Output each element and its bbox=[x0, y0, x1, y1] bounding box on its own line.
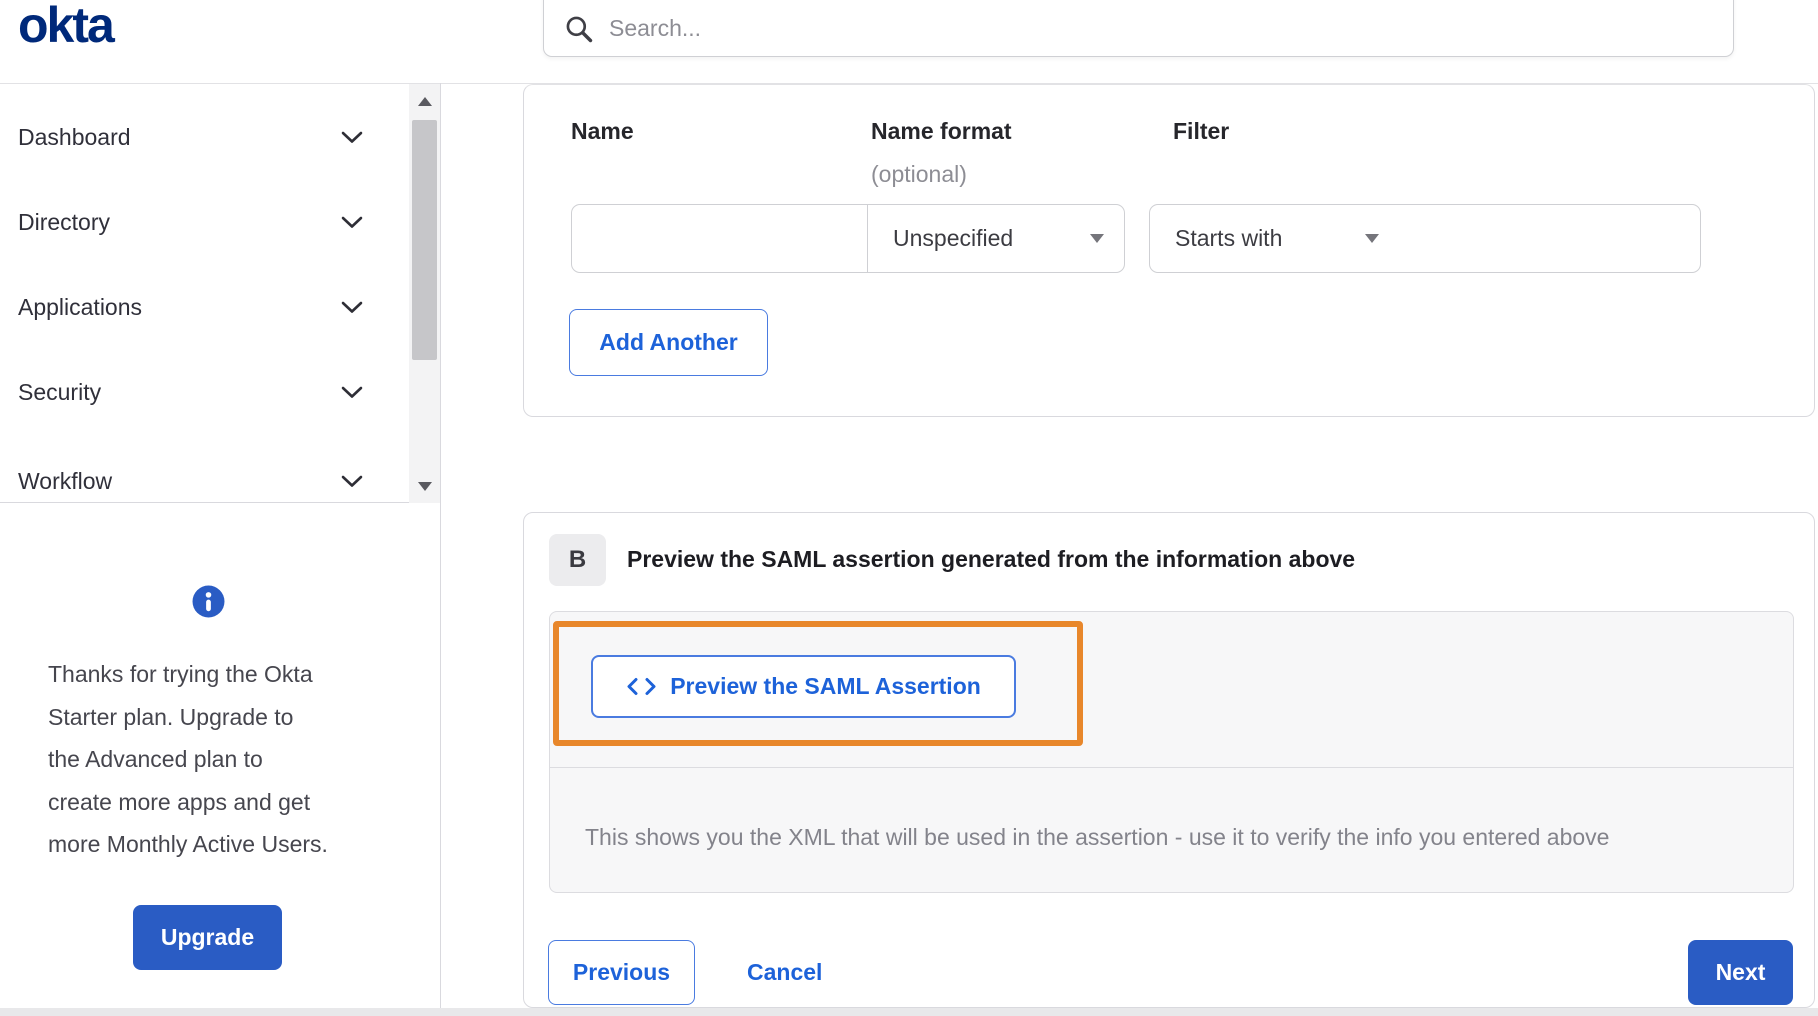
chevron-down-icon bbox=[341, 216, 363, 228]
attribute-statements-card: Name Name format (optional) Filter Unspe… bbox=[523, 84, 1815, 417]
sidebar-right-border bbox=[440, 83, 441, 1008]
sidebar-item-label: Dashboard bbox=[18, 124, 131, 150]
panel-divider bbox=[550, 767, 1793, 768]
bottom-scroll-strip bbox=[0, 1008, 1818, 1016]
name-column-label: Name bbox=[571, 118, 634, 144]
section-b-heading: Preview the SAML assertion generated fro… bbox=[627, 546, 1356, 572]
sidebar-item-applications[interactable]: Applications bbox=[0, 265, 409, 350]
plan-promo-text: Thanks for trying the Okta Starter plan.… bbox=[48, 653, 378, 866]
global-search[interactable] bbox=[543, 0, 1734, 57]
filter-value-input[interactable] bbox=[1399, 205, 1700, 272]
sidebar-nav: Dashboard Directory Applications Securit… bbox=[0, 84, 440, 503]
promo-line: more Monthly Active Users. bbox=[48, 831, 328, 857]
preview-saml-button-label: Preview the SAML Assertion bbox=[670, 673, 981, 699]
sidebar-item-label: Security bbox=[18, 379, 102, 405]
promo-line: create more apps and get bbox=[48, 788, 311, 815]
sidebar-item-label: Workflow bbox=[18, 468, 113, 494]
code-icon bbox=[627, 678, 656, 695]
attribute-name-input[interactable] bbox=[572, 205, 867, 272]
scroll-up-button[interactable] bbox=[409, 84, 440, 118]
add-another-button[interactable]: Add Another bbox=[569, 309, 768, 376]
previous-button[interactable]: Previous bbox=[548, 940, 695, 1005]
promo-line: Thanks for trying the Okta bbox=[48, 661, 313, 687]
name-format-value: Unspecified bbox=[893, 225, 1014, 251]
upgrade-button[interactable]: Upgrade bbox=[133, 905, 282, 970]
name-format-select[interactable]: Unspecified bbox=[867, 205, 1124, 272]
scrollbar-thumb[interactable] bbox=[412, 120, 437, 360]
next-button[interactable]: Next bbox=[1688, 940, 1793, 1005]
promo-line: Starter plan. Upgrade to bbox=[48, 703, 294, 730]
caret-down-icon bbox=[1090, 234, 1104, 243]
sidebar-item-label: Directory bbox=[18, 209, 111, 235]
saml-preview-card: B Preview the SAML assertion generated f… bbox=[523, 512, 1815, 1008]
okta-logo: okta bbox=[18, 0, 115, 53]
okta-admin-console: okta Dashboard Directory Applications Se… bbox=[0, 0, 1818, 1016]
sidebar-item-security[interactable]: Security bbox=[0, 350, 409, 435]
preview-description: This shows you the XML that will be used… bbox=[585, 824, 1610, 850]
search-input[interactable] bbox=[609, 11, 1733, 45]
chevron-down-icon bbox=[341, 131, 363, 143]
filter-column-label: Filter bbox=[1173, 118, 1230, 144]
preview-panel: This shows you the XML that will be used… bbox=[549, 611, 1794, 893]
chevron-down-icon bbox=[341, 301, 363, 313]
sidebar-item-workflow[interactable]: Workflow bbox=[0, 439, 409, 524]
name-format-optional-hint: (optional) bbox=[871, 161, 967, 187]
promo-line: the Advanced plan to bbox=[48, 746, 263, 772]
sidebar-item-directory[interactable]: Directory bbox=[0, 180, 409, 265]
preview-saml-assertion-button[interactable]: Preview the SAML Assertion bbox=[591, 655, 1016, 718]
name-format-column-label: Name format bbox=[871, 118, 1012, 144]
caret-down-icon bbox=[1365, 234, 1379, 243]
chevron-down-icon bbox=[341, 475, 363, 487]
section-b-badge: B bbox=[549, 534, 606, 586]
scroll-up-icon bbox=[417, 96, 432, 106]
name-field-group: Unspecified bbox=[571, 204, 1125, 273]
scroll-down-button[interactable] bbox=[409, 469, 440, 503]
search-icon bbox=[566, 16, 593, 43]
scroll-down-icon bbox=[417, 481, 432, 491]
sidebar-item-label: Applications bbox=[18, 294, 143, 320]
filter-field-group: Starts with bbox=[1149, 204, 1701, 273]
chevron-down-icon bbox=[341, 386, 363, 398]
sidebar-item-dashboard[interactable]: Dashboard bbox=[0, 95, 409, 180]
filter-type-select[interactable]: Starts with bbox=[1150, 205, 1399, 272]
cancel-link[interactable]: Cancel bbox=[747, 940, 822, 1005]
filter-type-value: Starts with bbox=[1175, 225, 1283, 251]
info-icon bbox=[192, 585, 225, 623]
sidebar-scrollbar[interactable] bbox=[409, 84, 440, 503]
